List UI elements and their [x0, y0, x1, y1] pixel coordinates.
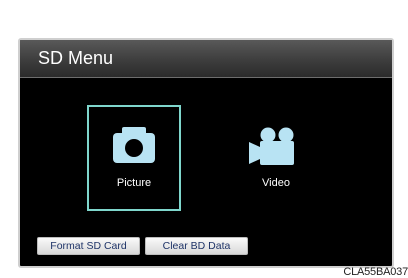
page-title: SD Menu — [38, 48, 114, 68]
video-label: Video — [262, 177, 290, 189]
camera-icon — [113, 127, 155, 163]
title-bar: SD Menu — [20, 40, 392, 78]
video-tile[interactable]: Video — [229, 105, 323, 211]
picture-label: Picture — [116, 177, 152, 189]
figure-frame: SD Menu Picture Video Format SD Card Cle… — [0, 0, 408, 278]
format-sd-card-button[interactable]: Format SD Card — [37, 237, 140, 255]
clear-bd-data-button[interactable]: Clear BD Data — [145, 237, 248, 255]
picture-tile[interactable]: Picture — [87, 105, 181, 211]
sd-menu-screen: SD Menu Picture Video Format SD Card Cle… — [18, 38, 394, 268]
figure-code: CLA55BA037 — [343, 266, 408, 278]
video-camera-icon — [249, 127, 294, 165]
